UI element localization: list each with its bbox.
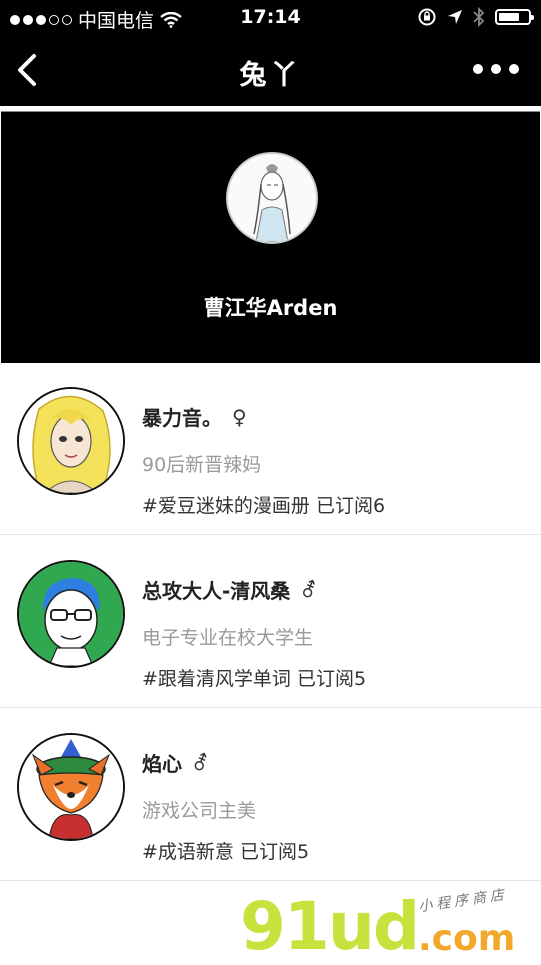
subscription-info: #跟着清风学单词 已订阅5 [142, 668, 367, 690]
user-name: 焰心 [142, 752, 182, 776]
subscription-info: #爱豆迷妹的漫画册 已订阅6 [142, 495, 386, 517]
status-right [417, 7, 534, 27]
user-name: 总攻大人-清风桑 [142, 579, 291, 603]
male-gender-icon: ⚦ [192, 750, 209, 775]
male-gender-icon: ⚦ [300, 577, 318, 602]
list-item[interactable]: 总攻大人-清风桑 ⚦ 电子专业在校大学生 #跟着清风学单词 已订阅5 [0, 535, 541, 708]
subscriber-list: 暴力音。 ♀ 90后新晋辣妈 #爱豆迷妹的漫画册 已订阅6 总攻大人-清风桑 ⚦… [0, 362, 541, 881]
watermark-domain: .com [418, 918, 516, 959]
rotation-lock-icon [418, 8, 436, 26]
avatar [17, 560, 125, 668]
more-options-icon[interactable] [473, 64, 519, 74]
list-item[interactable]: 暴力音。 ♀ 90后新晋辣妈 #爱豆迷妹的漫画册 已订阅6 [0, 362, 541, 535]
profile-avatar[interactable] [226, 152, 318, 244]
name-row: 总攻大人-清风桑 ⚦ [142, 575, 317, 604]
page-title: 兔丫 [239, 60, 302, 91]
female-gender-icon: ♀ [232, 404, 247, 429]
nav-bar: 兔丫 [0, 36, 541, 106]
watermark-tagline: 小程序商店 [417, 886, 509, 916]
user-description: 电子专业在校大学生 [142, 627, 314, 649]
watermark-logo: 91ud [240, 888, 420, 965]
location-arrow-icon [448, 10, 462, 24]
watermark: 91ud 小程序商店 .com [240, 887, 540, 965]
name-row: 暴力音。 ♀ [142, 402, 247, 431]
profile-name: 曹江华Arden [203, 296, 338, 320]
subscription-info: #成语新意 已订阅5 [142, 841, 310, 863]
profile-avatar-illustration [228, 154, 316, 242]
battery-icon [495, 9, 534, 25]
list-item[interactable]: 焰心 ⚦ 游戏公司主美 #成语新意 已订阅5 [0, 708, 541, 881]
user-name: 暴力音。 [142, 406, 222, 430]
user-description: 游戏公司主美 [142, 800, 257, 822]
name-row: 焰心 ⚦ [142, 748, 209, 777]
avatar [17, 733, 125, 841]
user-description: 90后新晋辣妈 [142, 454, 262, 476]
avatar [17, 387, 125, 495]
bluetooth-icon [473, 7, 485, 27]
profile-header: 曹江华Arden [1, 111, 540, 363]
status-bar: 中国电信 17:14 [0, 0, 541, 36]
